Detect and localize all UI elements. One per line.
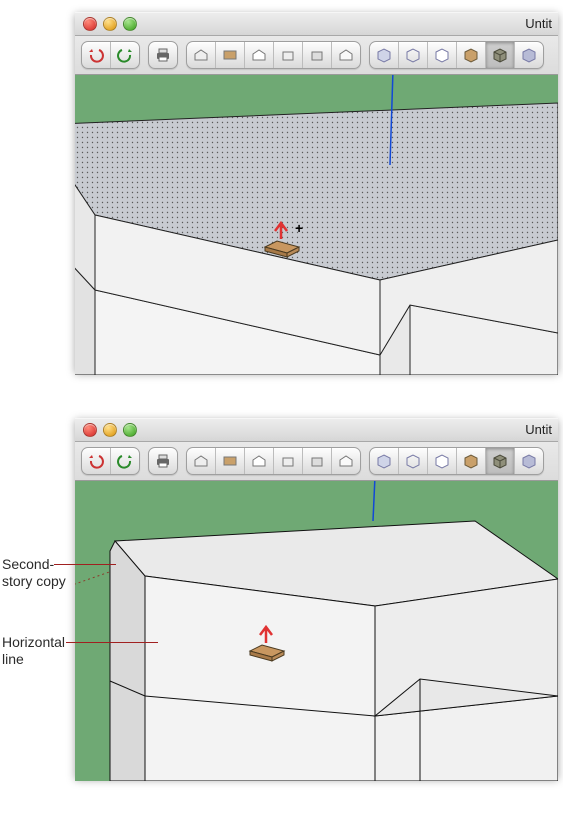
printer-icon xyxy=(154,46,172,64)
minimize-icon[interactable] xyxy=(103,423,117,437)
cube-wire-icon xyxy=(404,46,422,64)
view-right-button[interactable] xyxy=(274,448,303,474)
style-wire-button[interactable] xyxy=(399,42,428,68)
redo-icon xyxy=(116,46,134,64)
style-hidden-button[interactable] xyxy=(428,448,457,474)
view-right-button[interactable] xyxy=(274,42,303,68)
print-group xyxy=(148,41,178,69)
redo-button[interactable] xyxy=(111,42,139,68)
window-titlebar: Untit xyxy=(75,12,558,36)
view-back-button[interactable] xyxy=(303,42,332,68)
house-top-icon xyxy=(221,46,239,64)
undo-button[interactable] xyxy=(82,42,111,68)
zoom-icon[interactable] xyxy=(123,423,137,437)
style-shaded-tex-button[interactable] xyxy=(486,448,515,474)
house-right-icon xyxy=(279,452,297,470)
face-styles-group xyxy=(369,41,544,69)
cube-shaded-icon xyxy=(462,452,480,470)
model-viewport-1[interactable]: + xyxy=(75,75,558,375)
view-iso-button[interactable] xyxy=(187,42,216,68)
house-right-icon xyxy=(279,46,297,64)
view-top-button[interactable] xyxy=(216,42,245,68)
style-hidden-button[interactable] xyxy=(428,42,457,68)
face-styles-group xyxy=(369,447,544,475)
window-title: Untit xyxy=(525,422,552,437)
view-front-button[interactable] xyxy=(245,448,274,474)
view-iso-button[interactable] xyxy=(187,448,216,474)
cube-tex-icon xyxy=(491,46,509,64)
window-title: Untit xyxy=(525,16,552,31)
window-titlebar: Untit xyxy=(75,418,558,442)
cube-xray-icon xyxy=(375,452,393,470)
style-xray-button[interactable] xyxy=(370,42,399,68)
cube-hidden-icon xyxy=(433,452,451,470)
undo-icon xyxy=(87,452,105,470)
minimize-icon[interactable] xyxy=(103,17,117,31)
style-shaded-tex-button[interactable] xyxy=(486,42,515,68)
cube-wire-icon xyxy=(404,452,422,470)
undo-icon xyxy=(87,46,105,64)
undo-button[interactable] xyxy=(82,448,111,474)
callout-horizontal-line: Horizontal line xyxy=(2,634,65,668)
callout-text: line xyxy=(2,651,24,667)
view-back-button[interactable] xyxy=(303,448,332,474)
cube-tex-icon xyxy=(491,452,509,470)
redo-button[interactable] xyxy=(111,448,139,474)
cube-hidden-icon xyxy=(433,46,451,64)
style-mono-button[interactable] xyxy=(515,448,543,474)
house-iso-icon xyxy=(192,452,210,470)
redo-icon xyxy=(116,452,134,470)
callout-second-story: Second- story copy xyxy=(2,556,66,590)
close-icon[interactable] xyxy=(83,17,97,31)
view-top-button[interactable] xyxy=(216,448,245,474)
screenshot-panel-1: Untit xyxy=(75,12,558,372)
app-toolbar xyxy=(75,442,558,481)
screenshot-panel-2: Untit xyxy=(75,418,558,778)
cube-mono-icon xyxy=(520,452,538,470)
style-xray-button[interactable] xyxy=(370,448,399,474)
house-iso-icon xyxy=(192,46,210,64)
printer-icon xyxy=(154,452,172,470)
traffic-lights xyxy=(83,423,137,437)
cube-mono-icon xyxy=(520,46,538,64)
print-button[interactable] xyxy=(149,448,177,474)
view-left-button[interactable] xyxy=(332,42,360,68)
house-back-icon xyxy=(308,46,326,64)
house-front-icon xyxy=(250,46,268,64)
view-left-button[interactable] xyxy=(332,448,360,474)
house-front-icon xyxy=(250,452,268,470)
print-group xyxy=(148,447,178,475)
close-icon[interactable] xyxy=(83,423,97,437)
print-button[interactable] xyxy=(149,42,177,68)
svg-text:+: + xyxy=(295,220,303,236)
view-front-button[interactable] xyxy=(245,42,274,68)
house-back-icon xyxy=(308,452,326,470)
zoom-icon[interactable] xyxy=(123,17,137,31)
undo-redo-group xyxy=(81,41,140,69)
style-shaded-button[interactable] xyxy=(457,448,486,474)
standard-views-group xyxy=(186,41,361,69)
leader-line xyxy=(66,642,158,643)
app-toolbar xyxy=(75,36,558,75)
cube-xray-icon xyxy=(375,46,393,64)
style-shaded-button[interactable] xyxy=(457,42,486,68)
house-top-icon xyxy=(221,452,239,470)
style-wire-button[interactable] xyxy=(399,448,428,474)
cube-shaded-icon xyxy=(462,46,480,64)
house-left-icon xyxy=(337,452,355,470)
callout-text: Second- xyxy=(2,556,54,572)
leader-line xyxy=(54,564,116,565)
undo-redo-group xyxy=(81,447,140,475)
standard-views-group xyxy=(186,447,361,475)
house-left-icon xyxy=(337,46,355,64)
style-mono-button[interactable] xyxy=(515,42,543,68)
callout-text: story copy xyxy=(2,573,66,589)
callout-text: Horizontal xyxy=(2,634,65,650)
traffic-lights xyxy=(83,17,137,31)
model-viewport-2[interactable] xyxy=(75,481,558,781)
